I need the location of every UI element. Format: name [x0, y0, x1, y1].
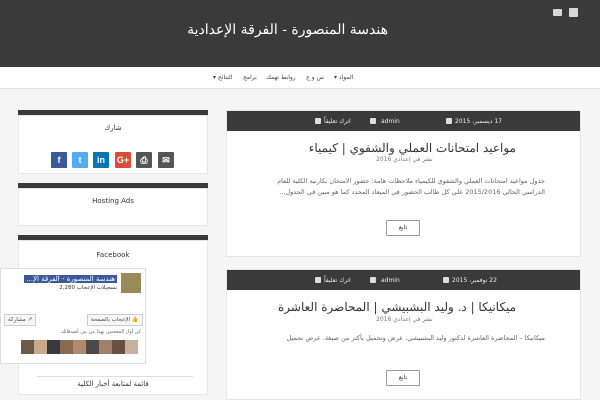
facebook-icon[interactable] [569, 8, 578, 17]
calendar-icon [446, 118, 452, 124]
nav-item-links[interactable]: روابط تهمك [266, 74, 296, 81]
post-category: نشر في إعدادي 2016 [376, 316, 433, 323]
read-more-button[interactable]: تابع [386, 220, 420, 236]
post-card: اترك تعليقاً admin 17 ديسمبر، 2015 مواعي… [226, 110, 581, 257]
share-googleplus-icon[interactable]: G+ [115, 152, 131, 168]
friend-avatar[interactable] [34, 340, 47, 354]
widget-title: Hosting Ads [92, 197, 134, 205]
friend-avatar[interactable] [125, 340, 138, 354]
share-widget: شارك f t in G+ ⎙ ✉ [18, 115, 208, 174]
mail-icon[interactable] [553, 9, 562, 16]
comment-icon [315, 277, 321, 283]
nav-item-programs[interactable]: برامج [243, 74, 257, 81]
post-meta-bar: اترك تعليقاً admin 17 ديسمبر، 2015 [227, 111, 580, 131]
post-excerpt: جدول مواعيد امتحانات العملي والشفوي للكي… [277, 177, 545, 196]
post-author[interactable]: admin [381, 118, 400, 125]
fb-share-button[interactable]: مشاركة ↗ [4, 314, 37, 326]
friend-avatar[interactable] [86, 340, 99, 354]
post-excerpt: ميكانيكا – المحاضرة العاشرة لدكتور وليد … [286, 334, 545, 342]
share-linkedin-icon[interactable]: in [93, 152, 109, 168]
friend-avatar[interactable] [21, 340, 34, 354]
post-meta-bar: اترك تعليقاً admin 22 نوفمبر، 2015 [227, 270, 580, 290]
nav-item-materials[interactable]: المواد ▾ [334, 74, 353, 81]
page-thumbnail[interactable] [121, 273, 141, 293]
friend-avatar[interactable] [112, 340, 125, 354]
friend-avatar[interactable] [47, 340, 60, 354]
post-title[interactable]: ميكانيكا | د. وليد البشبيشي | المحاضرة ا… [278, 300, 516, 314]
comment-icon [315, 118, 321, 124]
post-category: نشر في إعدادي 2016 [376, 156, 433, 163]
post-card: اترك تعليقاً admin 22 نوفمبر، 2015 ميكان… [226, 269, 581, 400]
share-email-icon[interactable]: ✉ [158, 152, 174, 168]
friend-avatar[interactable] [99, 340, 112, 354]
friend-avatar[interactable] [73, 340, 86, 354]
widget-title: Facebook [96, 251, 130, 259]
user-icon [370, 118, 376, 124]
share-facebook-icon[interactable]: f [51, 152, 67, 168]
fb-page-name[interactable]: هندسة المنصورة - الفرقة الإ... [24, 275, 117, 283]
main-nav: المواد ▾ س و ج روابط تهمك برامج النتائج … [0, 67, 600, 89]
read-more-button[interactable]: تابع [386, 370, 420, 386]
fb-like-button[interactable]: الإعجاب بالصفحة 👍 [87, 314, 143, 326]
fb-friends-text: كن أول المعجبين بهذا من بين أصدقائك [60, 329, 141, 335]
friend-avatar[interactable] [60, 340, 73, 354]
fb-likes-count: 2,280 تسجيلات الإعجاب [59, 285, 117, 291]
newsletter-title: قائمة لمتابعة أخبار الكلية [77, 380, 149, 388]
nav-item-faq[interactable]: س و ج [306, 74, 324, 81]
share-print-icon[interactable]: ⎙ [136, 152, 152, 168]
post-date[interactable]: 17 ديسمبر، 2015 [455, 118, 502, 125]
site-header: هندسة المنصورة - الفرقة الإعدادية [0, 0, 600, 67]
widget-title: شارك [104, 124, 122, 132]
post-comments[interactable]: اترك تعليقاً [324, 118, 351, 125]
facebook-page-plugin[interactable]: هندسة المنصورة - الفرقة الإ... 2,280 تسج… [0, 268, 146, 364]
post-date[interactable]: 22 نوفمبر، 2015 [452, 277, 497, 284]
hosting-ads-widget: Hosting Ads [18, 188, 208, 226]
calendar-icon [443, 277, 449, 283]
site-title[interactable]: هندسة المنصورة - الفرقة الإعدادية [187, 22, 388, 38]
divider [37, 376, 193, 377]
post-author[interactable]: admin [381, 277, 400, 284]
user-icon [370, 277, 376, 283]
share-twitter-icon[interactable]: t [72, 152, 88, 168]
post-title[interactable]: مواعيد امتحانات العملي والشفوي | كيمياء [309, 141, 516, 155]
post-comments[interactable]: اترك تعليقاً [324, 277, 351, 284]
nav-item-results[interactable]: النتائج ▾ [213, 74, 232, 81]
